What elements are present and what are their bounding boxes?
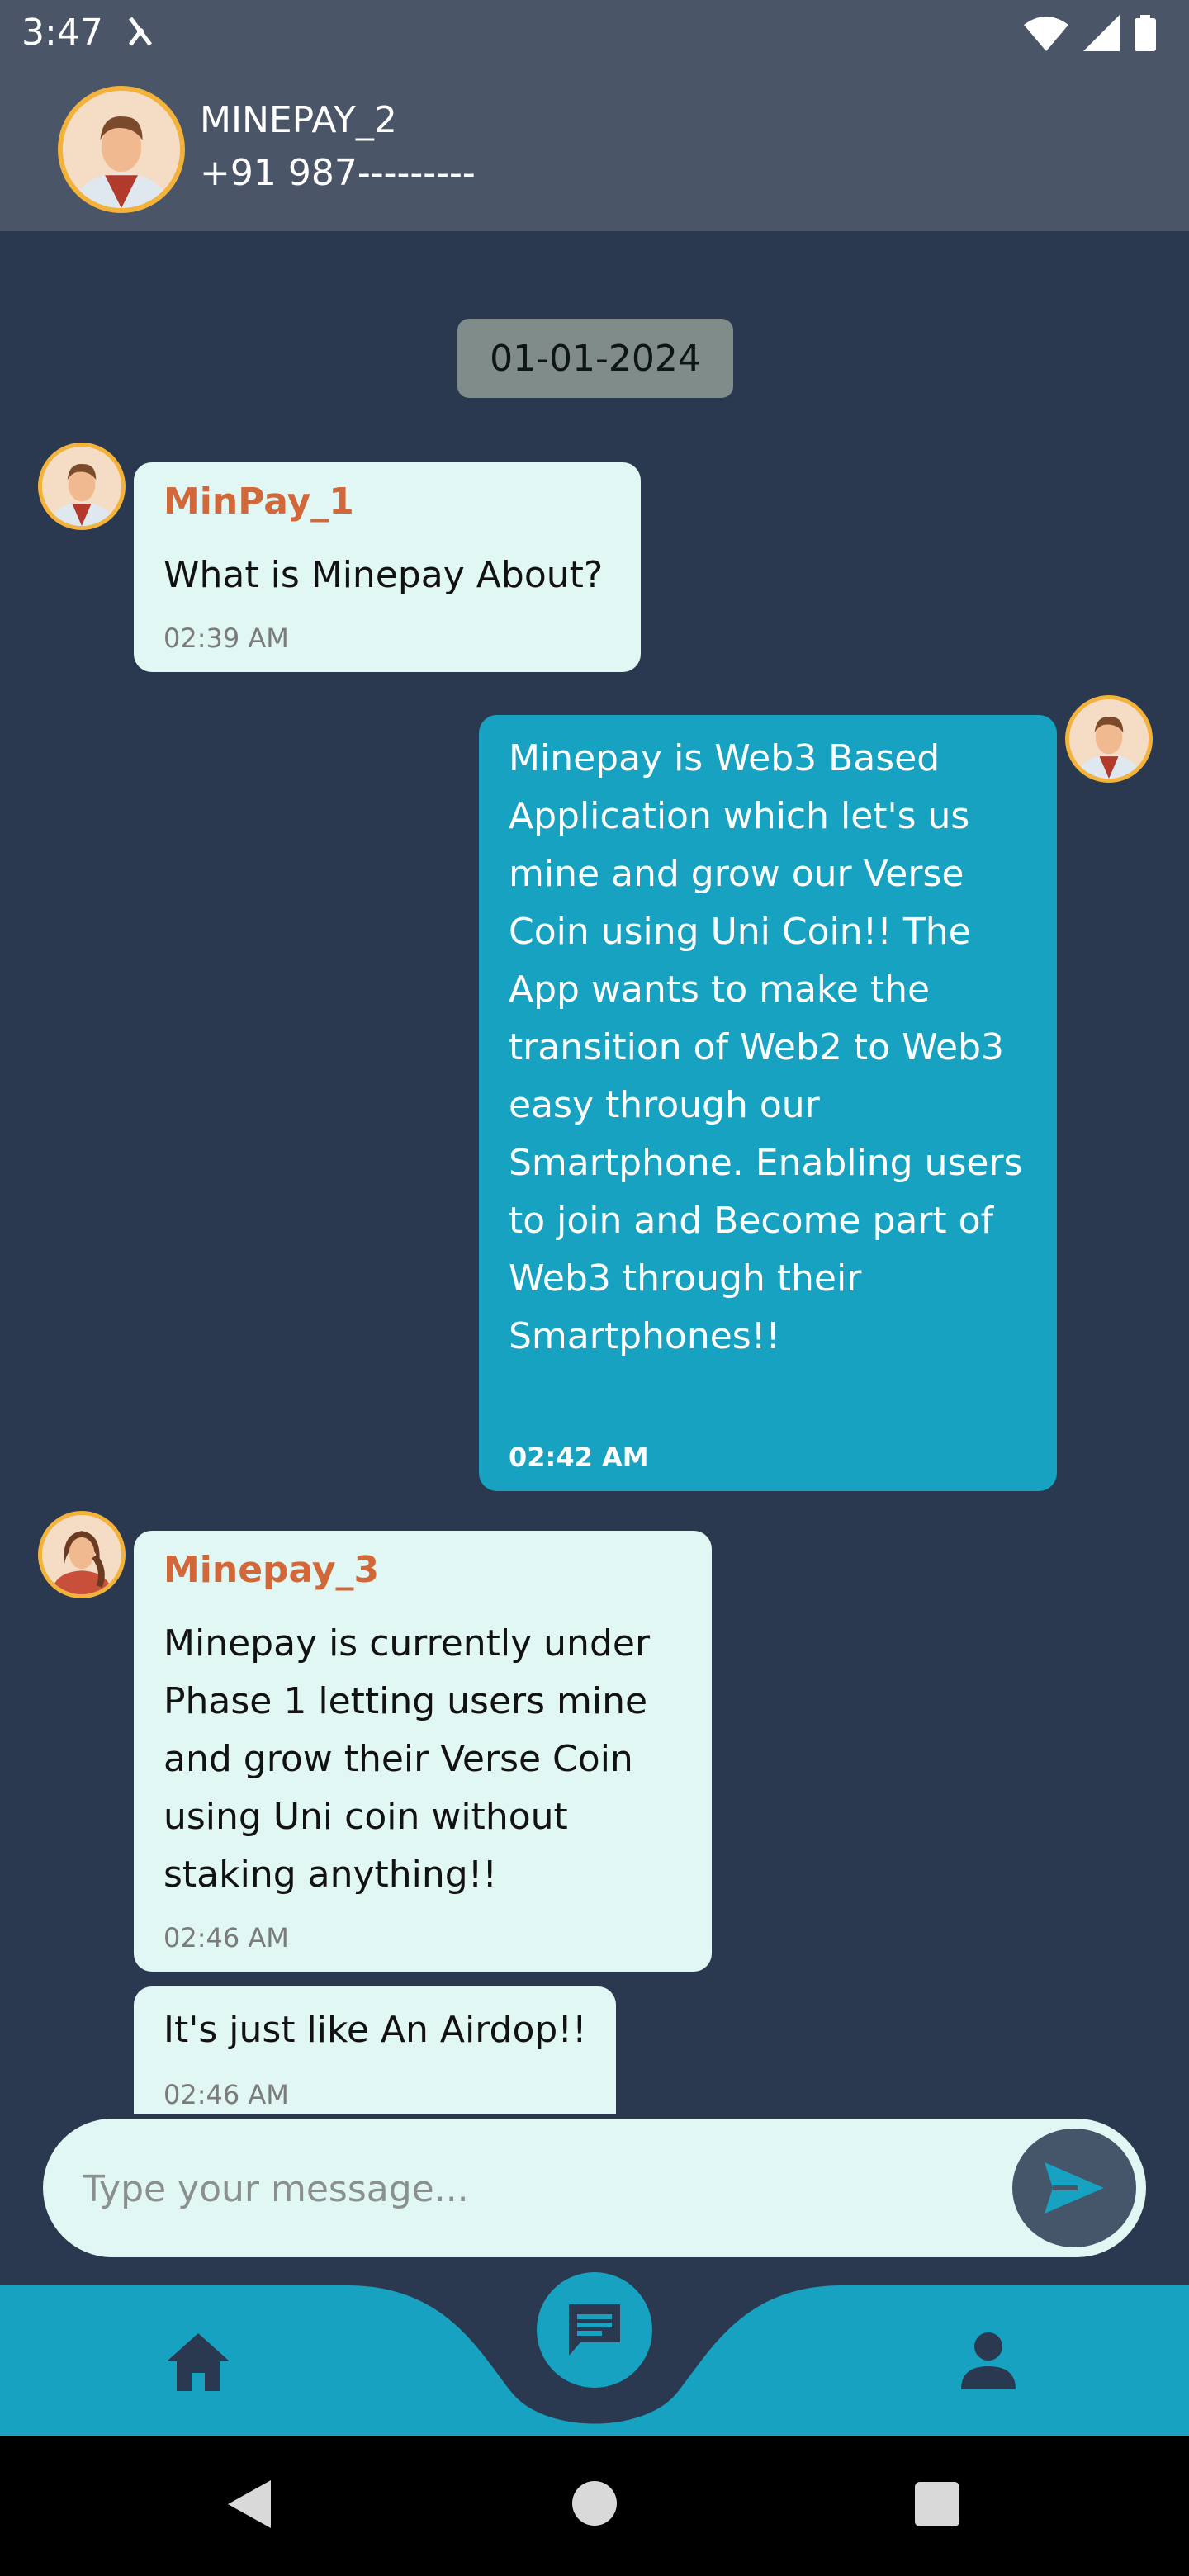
person-icon[interactable] xyxy=(958,2330,1019,2391)
recents-icon[interactable] xyxy=(913,2480,961,2528)
send-button[interactable] xyxy=(1012,2129,1136,2247)
contact-avatar[interactable] xyxy=(58,86,185,213)
contact-phone: +91 987--------- xyxy=(200,152,476,194)
message-bubble-incoming[interactable]: MinPay_1 What is Minepay About? 02:39 AM xyxy=(134,462,641,672)
status-time: 3:47 xyxy=(21,12,103,54)
sender-avatar[interactable] xyxy=(38,443,126,530)
my-avatar[interactable] xyxy=(1065,695,1153,783)
sender-avatar[interactable] xyxy=(38,1511,126,1598)
signal-icon xyxy=(1083,15,1120,51)
wifi-icon xyxy=(1024,17,1068,51)
message-time: 02:46 AM xyxy=(163,2079,289,2110)
bottom-navigation xyxy=(0,2272,1189,2436)
message-bubble-incoming[interactable]: It's just like An Airdop!! 02:46 AM xyxy=(134,1986,616,2114)
chat-icon xyxy=(569,2304,620,2356)
chat-header[interactable]: MINEPAY_2 +91 987--------- xyxy=(0,69,1189,231)
message-text: Minepay is currently under Phase 1 letti… xyxy=(163,1622,651,1896)
sender-name: Minepay_3 xyxy=(163,1549,380,1591)
chat-nav-button[interactable] xyxy=(537,2272,652,2388)
battery-icon xyxy=(1135,15,1156,51)
message-bubble-outgoing[interactable]: Minepay is Web3 Based Application which … xyxy=(479,715,1057,1491)
message-time: 02:42 AM xyxy=(509,1442,649,1473)
message-text: Minepay is Web3 Based Application which … xyxy=(509,737,1023,1357)
message-text: It's just like An Airdop!! xyxy=(163,2009,587,2051)
date-chip: 01-01-2024 xyxy=(457,319,733,398)
message-text: What is Minepay About? xyxy=(163,554,604,596)
back-icon[interactable] xyxy=(221,2475,279,2533)
status-bar: 3:47 xyxy=(0,0,1189,69)
contact-name: MINEPAY_2 xyxy=(200,99,397,141)
home-icon[interactable] xyxy=(165,2332,231,2393)
send-icon xyxy=(1045,2162,1104,2214)
system-navigation-bar xyxy=(0,2436,1189,2576)
message-time: 02:39 AM xyxy=(163,623,289,654)
message-composer xyxy=(43,2119,1146,2257)
home-button-icon[interactable] xyxy=(570,2479,619,2528)
message-input[interactable] xyxy=(81,2147,1009,2231)
message-time: 02:46 AM xyxy=(163,1922,289,1953)
location-icon xyxy=(129,17,152,46)
sender-name: MinPay_1 xyxy=(163,481,354,523)
message-bubble-incoming[interactable]: Minepay_3 Minepay is currently under Pha… xyxy=(134,1531,712,1972)
